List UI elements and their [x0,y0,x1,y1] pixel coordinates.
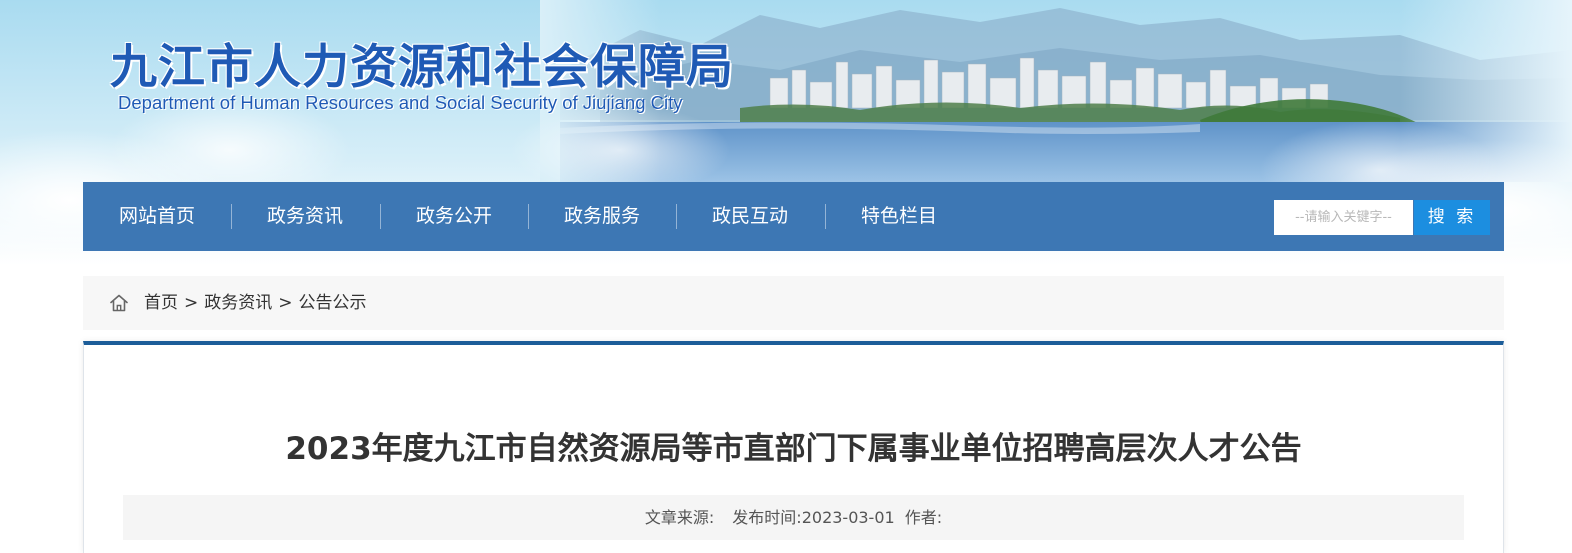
nav-item-news[interactable]: 政务资讯 [231,182,379,251]
nav-item-interaction[interactable]: 政民互动 [676,182,824,251]
meta-date-value: 2023-03-01 [801,508,895,527]
article-meta: 文章来源: 发布时间:2023-03-01 作者: [123,495,1464,540]
meta-author-label: 作者: [904,508,943,527]
breadcrumb-news[interactable]: 政务资讯 [204,293,272,313]
breadcrumb-home[interactable]: 首页 [144,293,178,313]
breadcrumb-announcements[interactable]: 公告公示 [299,293,367,313]
breadcrumb-separator: > [278,293,293,313]
meta-source-label: 文章来源: [644,508,715,527]
home-icon[interactable] [109,293,129,313]
breadcrumb: 首页 > 政务资讯 > 公告公示 [83,276,1504,330]
nav-item-home[interactable]: 网站首页 [83,182,231,251]
nav-item-public-info[interactable]: 政务公开 [380,182,528,251]
site-subtitle: Department of Human Resources and Social… [118,92,683,113]
search-input[interactable] [1274,200,1413,235]
breadcrumb-trail: 首页 > 政务资讯 > 公告公示 [144,276,367,330]
article-panel: 2023年度九江市自然资源局等市直部门下属事业单位招聘高层次人才公告 文章来源:… [83,341,1504,553]
nav-item-featured[interactable]: 特色栏目 [825,182,973,251]
breadcrumb-separator: > [184,293,199,313]
article-title: 2023年度九江市自然资源局等市直部门下属事业单位招聘高层次人才公告 [285,431,1302,467]
site-title: 九江市人力资源和社会保障局 [110,40,734,95]
main-nav: 网站首页 政务资讯 政务公开 政务服务 政民互动 特色栏目 搜 索 [83,182,1504,251]
search-button[interactable]: 搜 索 [1414,200,1490,235]
nav-item-services[interactable]: 政务服务 [528,182,676,251]
meta-date-label: 发布时间: [732,508,802,527]
